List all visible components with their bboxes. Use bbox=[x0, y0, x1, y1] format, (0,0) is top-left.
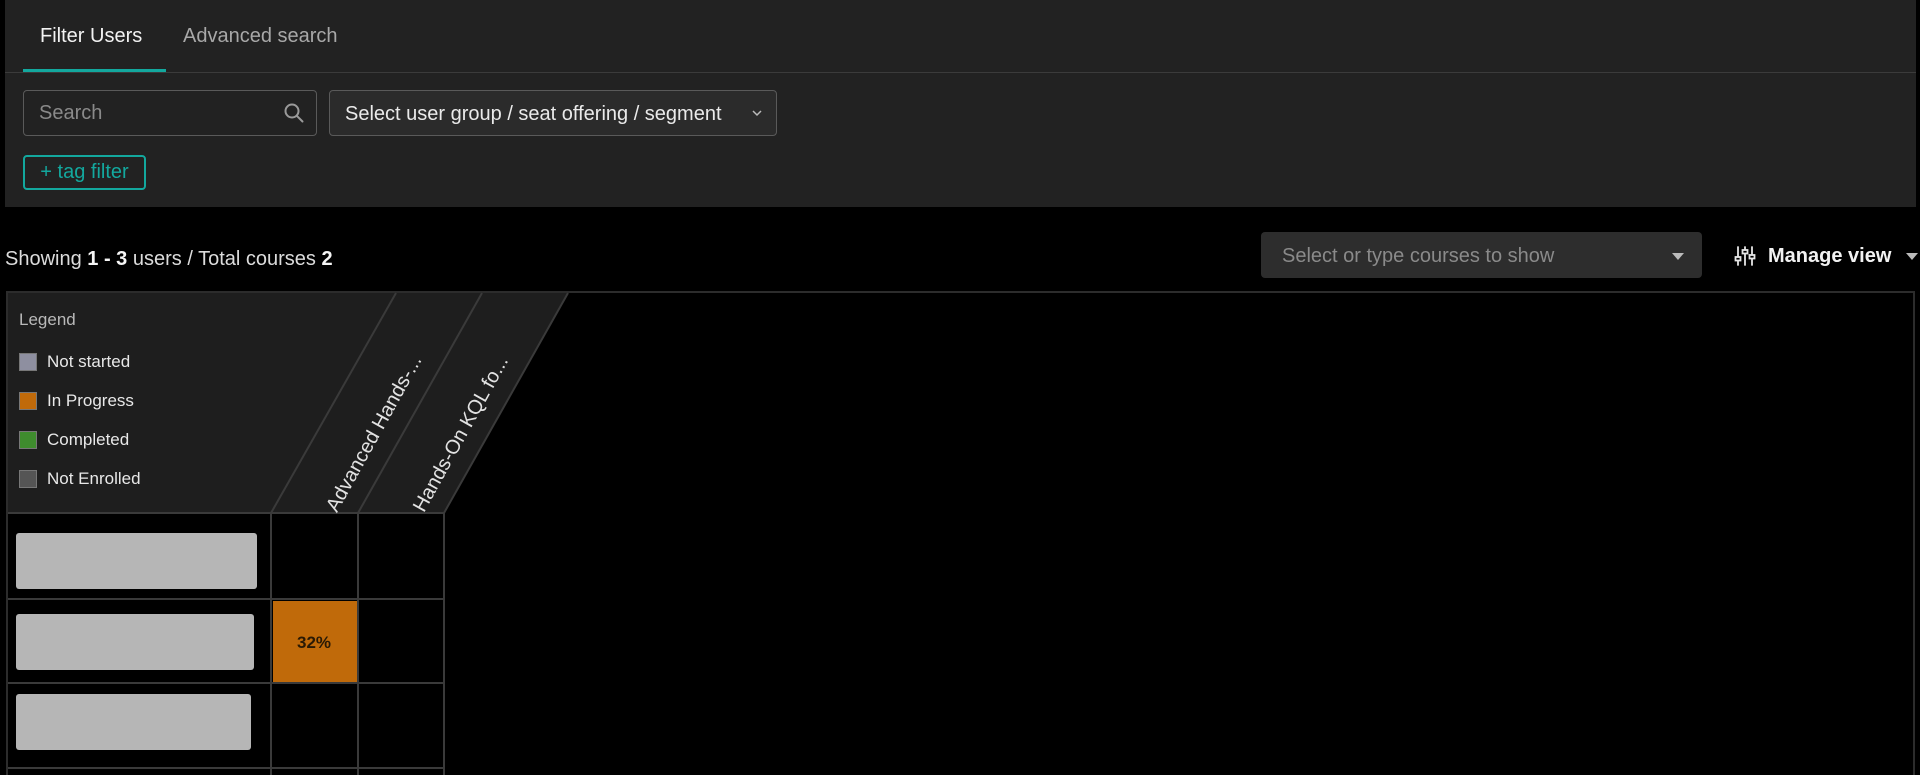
legend: Legend Not started In Progress Completed… bbox=[19, 310, 141, 498]
user-name-placeholder[interactable] bbox=[16, 694, 251, 750]
legend-item-not-started: Not started bbox=[19, 342, 141, 381]
courses-select-placeholder: Select or type courses to show bbox=[1282, 245, 1555, 267]
legend-item-completed: Completed bbox=[19, 420, 141, 459]
user-group-select-label: Select user group / seat offering / segm… bbox=[345, 103, 722, 125]
sliders-icon bbox=[1734, 246, 1756, 266]
legend-swatch bbox=[19, 391, 37, 410]
summary-users-text: users / Total courses bbox=[132, 248, 316, 270]
results-summary: Showing 1 - 3 users / Total courses 2 bbox=[5, 248, 333, 271]
summary-prefix: Showing bbox=[5, 248, 82, 270]
manage-view-label: Manage view bbox=[1768, 245, 1892, 267]
legend-item-not-enrolled: Not Enrolled bbox=[19, 459, 141, 498]
active-tab-indicator bbox=[23, 69, 166, 72]
summary-total-courses: 2 bbox=[321, 248, 333, 270]
tab-advanced-search[interactable]: Advanced search bbox=[183, 25, 338, 48]
filter-tabs: Filter Users Advanced search bbox=[5, 0, 1916, 73]
legend-swatch bbox=[19, 352, 37, 371]
legend-swatch bbox=[19, 430, 37, 449]
tab-filter-users[interactable]: Filter Users bbox=[40, 25, 142, 48]
legend-item-in-progress: In Progress bbox=[19, 381, 141, 420]
legend-swatch bbox=[19, 469, 37, 488]
legend-label: Not started bbox=[47, 351, 131, 371]
legend-label: Completed bbox=[47, 429, 130, 449]
courses-select[interactable]: Select or type courses to show bbox=[1261, 232, 1702, 278]
add-tag-filter-button[interactable]: + tag filter bbox=[23, 155, 146, 190]
user-name-placeholder[interactable] bbox=[16, 533, 257, 589]
legend-label: In Progress bbox=[47, 390, 134, 410]
legend-label: Not Enrolled bbox=[47, 468, 141, 488]
search-input[interactable] bbox=[39, 101, 279, 125]
progress-cell-value: 32% bbox=[296, 633, 332, 652]
search-box bbox=[23, 90, 317, 136]
caret-down-icon bbox=[1906, 253, 1918, 260]
chevron-down-icon bbox=[752, 110, 762, 117]
filter-panel: Filter Users Advanced search Select user… bbox=[5, 0, 1916, 207]
summary-range: 1 - 3 bbox=[87, 248, 128, 270]
caret-down-icon bbox=[1672, 253, 1684, 260]
user-group-select[interactable]: Select user group / seat offering / segm… bbox=[329, 90, 777, 136]
legend-title: Legend bbox=[19, 310, 76, 329]
user-name-placeholder[interactable] bbox=[16, 614, 254, 670]
search-icon[interactable] bbox=[283, 102, 305, 124]
